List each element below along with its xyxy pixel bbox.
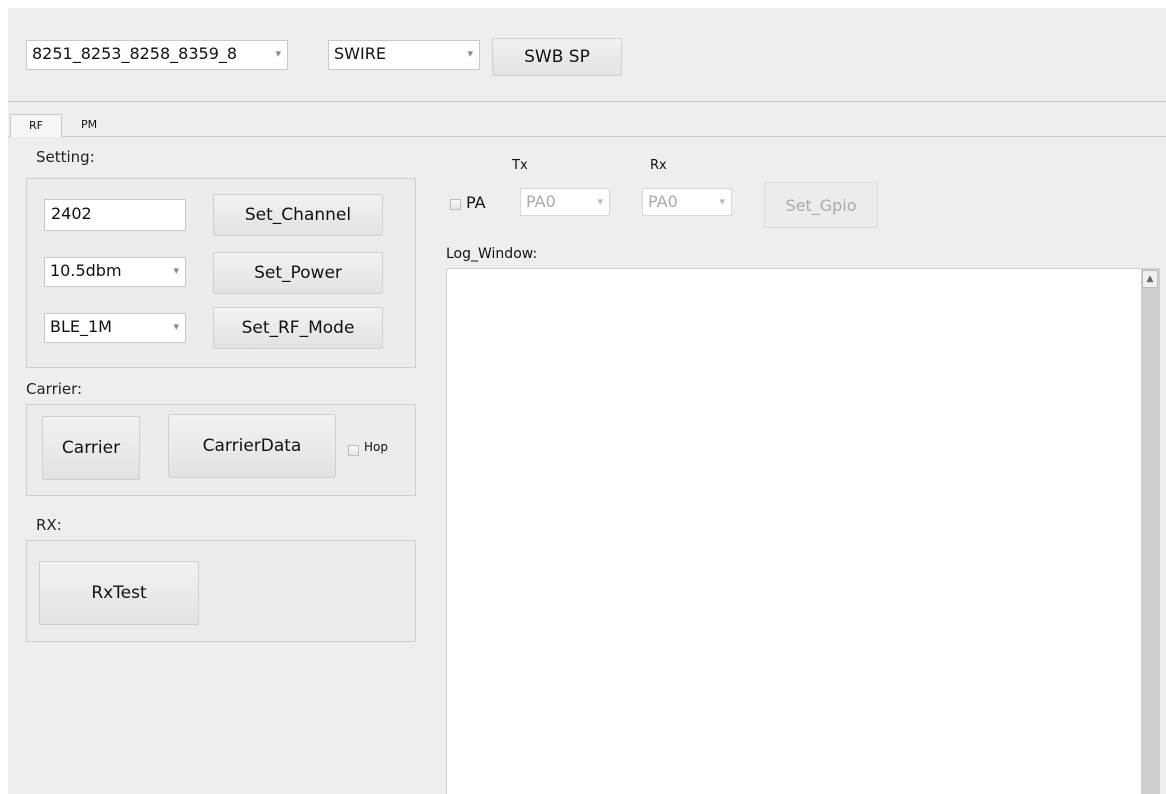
chevron-down-icon: ▾ (173, 320, 179, 333)
rx-gpio-select-value: PA0 (648, 192, 678, 211)
power-select[interactable]: 10.5dbm ▾ (44, 257, 186, 287)
rx-label: Rx (650, 158, 667, 173)
tab-strip-line (8, 136, 1166, 137)
carrier-data-button[interactable]: CarrierData (168, 414, 336, 478)
pa-checkbox[interactable] (450, 199, 461, 210)
channel-input[interactable]: 2402 (44, 199, 186, 231)
hop-checkbox[interactable] (348, 445, 359, 456)
pa-label: PA (466, 193, 486, 212)
rx-test-button[interactable]: RxTest (39, 561, 199, 625)
tab-rf[interactable]: RF (10, 114, 62, 137)
chevron-down-icon: ▾ (467, 47, 473, 60)
log-scrollbar[interactable] (1141, 269, 1159, 794)
scroll-up-arrow-icon[interactable]: ▲ (1142, 270, 1158, 288)
chip-select[interactable]: 8251_8253_8258_8359_8 ▾ (26, 40, 288, 70)
tab-rf-label: RF (29, 119, 43, 132)
hop-label: Hop (364, 440, 388, 454)
set-channel-button[interactable]: Set_Channel (213, 194, 383, 236)
tx-gpio-select[interactable]: PA0 ▾ (520, 188, 610, 216)
chevron-down-icon: ▾ (719, 195, 725, 208)
interface-select-value: SWIRE (334, 44, 386, 63)
setting-label: Setting: (36, 148, 95, 166)
rx-section-label: RX: (36, 516, 62, 534)
tab-pm-label: PM (80, 118, 98, 131)
tx-gpio-select-value: PA0 (526, 192, 556, 211)
chevron-down-icon: ▾ (173, 264, 179, 277)
chip-select-value: 8251_8253_8258_8359_8 (32, 44, 238, 63)
interface-select[interactable]: SWIRE ▾ (328, 40, 480, 70)
rx-gpio-select[interactable]: PA0 ▾ (642, 188, 732, 216)
swb-sp-button[interactable]: SWB SP (492, 38, 622, 76)
set-gpio-button[interactable]: Set_Gpio (764, 182, 878, 228)
carrier-button[interactable]: Carrier (42, 416, 140, 480)
chevron-down-icon: ▾ (597, 195, 603, 208)
log-window[interactable] (446, 268, 1160, 794)
tab-pm[interactable]: PM (68, 114, 110, 136)
carrier-label: Carrier: (26, 380, 83, 398)
set-power-button[interactable]: Set_Power (213, 252, 383, 294)
tx-label: Tx (512, 158, 528, 173)
chevron-down-icon: ▾ (275, 47, 281, 60)
rf-mode-select-value: BLE_1M (50, 317, 112, 336)
set-rf-mode-button[interactable]: Set_RF_Mode (213, 307, 383, 349)
app-window: 8251_8253_8258_8359_8 ▾ SWIRE ▾ SWB SP R… (8, 8, 1166, 794)
log-window-label: Log_Window: (446, 246, 538, 262)
rf-mode-select[interactable]: BLE_1M ▾ (44, 313, 186, 343)
power-select-value: 10.5dbm (50, 261, 122, 280)
toolbar-divider (8, 101, 1166, 102)
